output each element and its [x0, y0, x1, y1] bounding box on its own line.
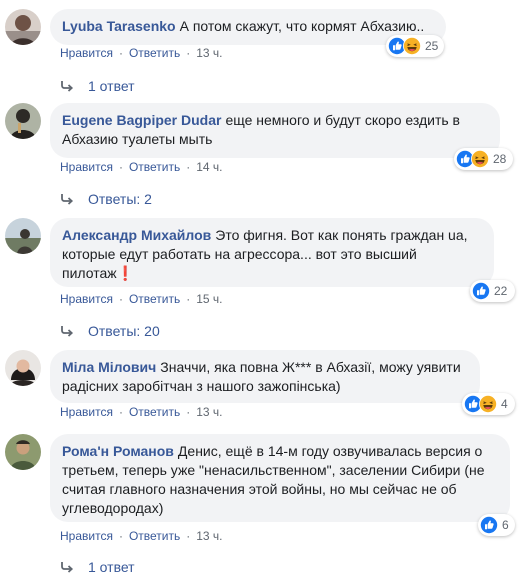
reaction-count: 4 [501, 397, 508, 411]
reaction-count: 22 [494, 284, 508, 298]
like-icon [480, 516, 498, 534]
view-replies-link[interactable]: 1 ответ [60, 559, 135, 575]
reply-arrow-icon [60, 80, 74, 92]
comment-author[interactable]: Міла Мілович [62, 359, 156, 375]
reaction-count: 6 [502, 518, 509, 532]
view-replies-link[interactable]: Ответы: 2 [60, 191, 152, 207]
comment-author[interactable]: Рома'н Романов [62, 443, 174, 459]
reply-arrow-icon [60, 193, 74, 205]
reaction-count: 28 [493, 152, 507, 166]
comment-timestamp[interactable]: 13 ч. [196, 46, 222, 60]
like-button[interactable]: Нравится [60, 46, 113, 60]
avatar[interactable] [5, 218, 41, 254]
replies-count[interactable]: 1 ответ [88, 559, 135, 575]
view-replies-link[interactable]: Ответы: 20 [60, 323, 160, 339]
comment-timestamp[interactable]: 13 ч. [196, 529, 222, 543]
comment-actions: Нравится · Ответить · 13 ч. [60, 405, 223, 419]
haha-icon [479, 395, 497, 413]
avatar[interactable] [5, 434, 41, 470]
reaction-summary[interactable]: 22 [470, 280, 515, 302]
comment-bubble: Міла Мілович Значчи, яка повна Ж*** в Абх… [50, 350, 480, 403]
reaction-summary[interactable]: 6 [478, 514, 515, 536]
replies-count[interactable]: Ответы: 20 [88, 323, 160, 339]
comment-bubble: Eugene Bagpiper Dudar еще немного и будут… [50, 103, 500, 158]
comment-actions: Нравится · Ответить · 13 ч. [60, 46, 223, 60]
comment-actions: Нравится · Ответить · 13 ч. [60, 529, 223, 543]
like-button[interactable]: Нравится [60, 292, 113, 306]
replies-count[interactable]: Ответы: 2 [88, 191, 152, 207]
reply-button[interactable]: Ответить [129, 46, 180, 60]
comment-bubble: Рома'н Романов Денис, ещё в 14-м году озв… [50, 434, 510, 522]
comment-actions: Нравится · Ответить · 15 ч. [60, 292, 223, 306]
comment-actions: Нравится · Ответить · 14 ч. [60, 160, 223, 174]
haha-icon [403, 37, 421, 55]
reaction-summary[interactable]: 28 [454, 148, 513, 170]
reply-button[interactable]: Ответить [129, 405, 180, 419]
comment-bubble: Александр Михайлов Это фигня. Вот как пон… [50, 218, 494, 287]
comment-author[interactable]: Lyuba Tarasenko [62, 18, 176, 34]
reply-button[interactable]: Ответить [129, 160, 180, 174]
like-button[interactable]: Нравится [60, 160, 113, 174]
avatar[interactable] [5, 103, 41, 139]
comment-timestamp[interactable]: 13 ч. [196, 405, 222, 419]
replies-count[interactable]: 1 ответ [88, 78, 135, 94]
reaction-count: 25 [425, 39, 439, 53]
comment-timestamp[interactable]: 14 ч. [196, 160, 222, 174]
reply-arrow-icon [60, 561, 74, 573]
comment-text: А потом скажут, что кормят Абхазию.. [179, 18, 425, 34]
like-button[interactable]: Нравится [60, 529, 113, 543]
like-button[interactable]: Нравится [60, 405, 113, 419]
comment-author[interactable]: Александр Михайлов [62, 227, 211, 243]
reply-button[interactable]: Ответить [129, 292, 180, 306]
like-icon [472, 282, 490, 300]
comment-author[interactable]: Eugene Bagpiper Dudar [62, 112, 221, 128]
avatar[interactable] [5, 350, 41, 386]
comment-timestamp[interactable]: 15 ч. [196, 292, 222, 306]
reaction-summary[interactable]: 4 [462, 393, 515, 415]
reaction-summary[interactable]: 25 [386, 35, 444, 57]
reply-arrow-icon [60, 325, 74, 337]
avatar[interactable] [5, 9, 41, 45]
haha-icon [471, 150, 489, 168]
reply-button[interactable]: Ответить [129, 529, 180, 543]
view-replies-link[interactable]: 1 ответ [60, 78, 135, 94]
